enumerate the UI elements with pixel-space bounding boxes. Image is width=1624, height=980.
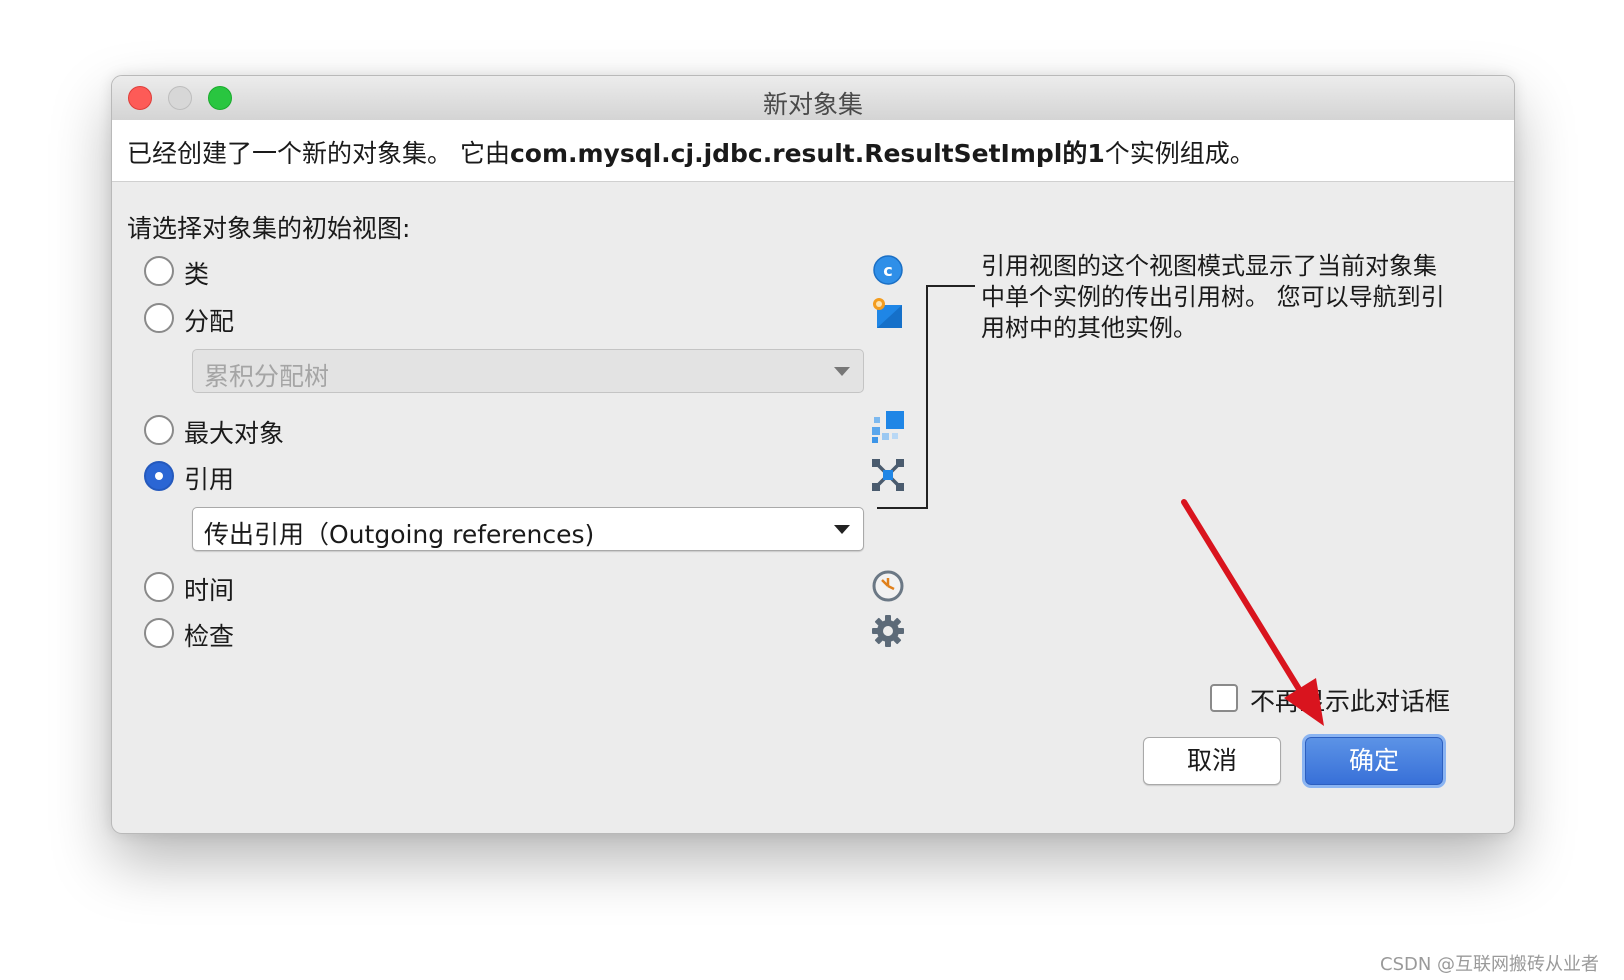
option-references[interactable]: 引用 xyxy=(144,459,914,494)
reference-direction-select[interactable]: 传出引用（Outgoing references) xyxy=(192,507,864,551)
watermark: CSDN @互联网搬砖从业者 xyxy=(1380,954,1600,975)
radio-class[interactable] xyxy=(144,256,174,286)
option-class-label: 类 xyxy=(184,260,210,289)
chevron-down-icon xyxy=(834,367,850,376)
view-prompt: 请选择对象集的初始视图: xyxy=(127,214,411,243)
option-time[interactable]: 时间 xyxy=(144,570,914,605)
title-bar: 新对象集 xyxy=(112,76,1514,121)
radio-references[interactable] xyxy=(144,461,174,491)
view-mode-description: 引用视图的这个视图模式显示了当前对象集中单个实例的传出引用树。 您可以导航到引用… xyxy=(981,252,1445,342)
window-title: 新对象集 xyxy=(762,90,863,119)
info-count: 1 xyxy=(1087,139,1105,168)
class-c-icon: c xyxy=(872,254,904,286)
radio-allocation[interactable] xyxy=(144,303,174,333)
info-suffix: 个实例组成。 xyxy=(1104,139,1255,168)
option-references-label: 引用 xyxy=(184,465,235,494)
option-inspections-label: 检查 xyxy=(184,622,235,651)
option-inspections[interactable]: 检查 xyxy=(144,615,914,651)
annotation-arrow xyxy=(1181,499,1324,726)
info-banner: 已经创建了一个新的对象集。 它由com.mysql.cj.jdbc.result… xyxy=(112,120,1514,182)
clock-icon xyxy=(872,570,904,602)
info-class-name: com.mysql.cj.jdbc.result.ResultSetImpl xyxy=(509,139,1063,168)
info-middle: 的 xyxy=(1062,139,1088,168)
info-text: 已经创建了一个新的对象集。 它由com.mysql.cj.jdbc.result… xyxy=(127,134,1255,170)
allocation-select-value: 累积分配树 xyxy=(204,362,330,391)
radio-biggest-objects[interactable] xyxy=(144,415,174,445)
reference-select-value: 传出引用（Outgoing references) xyxy=(204,520,595,549)
option-class[interactable]: 类 c xyxy=(144,254,914,289)
option-time-label: 时间 xyxy=(184,576,235,605)
info-prefix: 已经创建了一个新的对象集。 它由 xyxy=(127,139,510,168)
description-connector xyxy=(877,285,975,509)
option-biggest-objects[interactable]: 最大对象 xyxy=(144,411,914,448)
allocation-tree-select[interactable]: 累积分配树 xyxy=(192,349,864,393)
cancel-button[interactable]: 取消 xyxy=(1143,737,1281,785)
svg-text:c: c xyxy=(883,261,892,280)
radio-inspections[interactable] xyxy=(144,618,174,648)
option-biggest-objects-label: 最大对象 xyxy=(184,419,285,448)
gear-icon xyxy=(872,615,904,647)
option-allocation[interactable]: 分配 xyxy=(144,298,914,336)
option-allocation-label: 分配 xyxy=(184,307,235,336)
ok-button[interactable]: 确定 xyxy=(1305,737,1443,785)
new-object-set-dialog: 新对象集 已经创建了一个新的对象集。 它由com.mysql.cj.jdbc.r… xyxy=(111,75,1515,834)
chevron-down-icon xyxy=(834,525,850,534)
radio-time[interactable] xyxy=(144,572,174,602)
